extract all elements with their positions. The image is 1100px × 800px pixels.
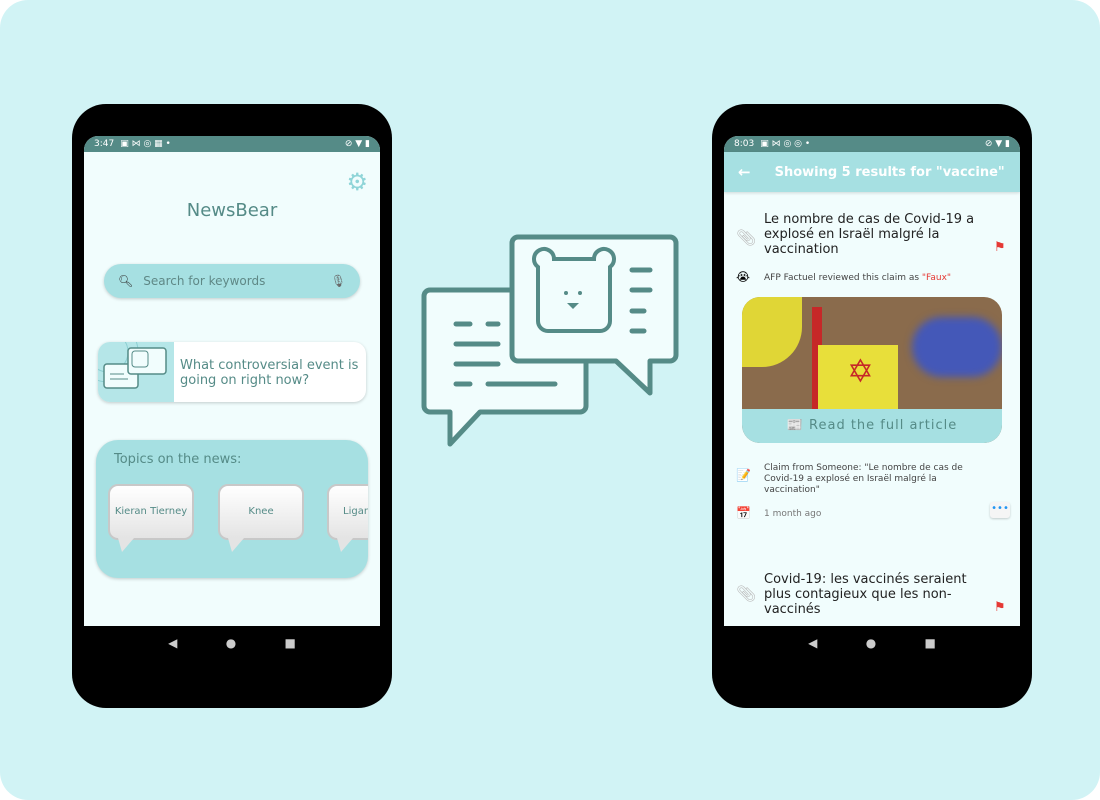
system-icons: ⊘ ▼ ▮ <box>984 139 1010 149</box>
topic-label: Ligament <box>343 506 368 517</box>
topic-chip[interactable]: Ligament <box>327 484 368 552</box>
results-header: Showing 5 results for "vaccine" <box>774 164 1005 180</box>
status-time: 3:47 <box>94 139 115 149</box>
memo-icon: 📝 <box>736 468 751 482</box>
rating-badge: "Faux" <box>921 273 952 283</box>
paperclip-icon: 📎︎ <box>736 584 757 603</box>
status-bar: 3:47 ▣ ⋈ ◎ ▦ • ⊘ ▼ ▮ <box>84 136 380 152</box>
comments-icon[interactable]: ••• <box>990 502 1010 518</box>
recents-nav-icon[interactable]: ■ <box>285 636 296 650</box>
controversial-event-card[interactable]: What controversial event is going on rig… <box>98 342 366 402</box>
crying-face-icon: 😭 <box>736 270 751 284</box>
flag-icon[interactable]: ⚑ <box>994 600 1006 615</box>
phone-results: 8:03 ▣ ⋈ ◎ ◎ • ⊘ ▼ ▮ ← Showing 5 results… <box>712 104 1032 708</box>
newsbear-logo <box>421 234 679 447</box>
home-nav-icon[interactable]: ● <box>226 636 236 650</box>
review-line: AFP Factuel reviewed this claim as "Faux… <box>764 273 951 284</box>
notification-icons: ▣ ⋈ ◎ ▦ • <box>120 139 171 149</box>
nav-bar: ◀ ● ■ <box>724 626 1020 660</box>
search-icon: 🔍︎ <box>118 274 134 288</box>
flag-icon[interactable]: ⚑ <box>994 240 1006 255</box>
topics-panel: Topics on the news: Kieran Tierney Knee … <box>96 440 368 578</box>
topics-heading: Topics on the news: <box>114 452 242 467</box>
claim-text: Claim from Someone: "Le nombre de cas de… <box>764 463 963 495</box>
back-nav-icon[interactable]: ◀ <box>808 636 817 650</box>
topic-label: Kieran Tierney <box>114 506 188 517</box>
topic-label: Knee <box>248 506 274 517</box>
microphone-icon[interactable]: 🎙︎ <box>331 274 346 288</box>
system-icons: ⊘ ▼ ▮ <box>344 139 370 149</box>
date-text: 1 month ago <box>764 509 822 519</box>
paperclip-icon: 📎︎ <box>736 228 757 247</box>
results-screen: 8:03 ▣ ⋈ ◎ ◎ • ⊘ ▼ ▮ ← Showing 5 results… <box>724 136 1020 626</box>
gear-icon[interactable]: ⚙ <box>346 168 368 196</box>
back-nav-icon[interactable]: ◀ <box>168 636 177 650</box>
bear-chat-illustration <box>98 342 174 402</box>
app-title: NewsBear <box>186 200 278 221</box>
status-time: 8:03 <box>734 139 755 149</box>
calendar-icon: 📅 <box>736 506 751 520</box>
recents-nav-icon[interactable]: ■ <box>925 636 936 650</box>
nav-bar: ◀ ● ■ <box>84 626 380 660</box>
result-title[interactable]: Covid-19: les vaccinés seraient plus con… <box>764 572 979 617</box>
back-arrow-icon[interactable]: ← <box>738 163 751 181</box>
phone-home: 3:47 ▣ ⋈ ◎ ▦ • ⊘ ▼ ▮ ⚙ NewsBear 🔍︎ Searc… <box>72 104 392 708</box>
topic-chip[interactable]: Knee <box>218 484 304 552</box>
status-bar: 8:03 ▣ ⋈ ◎ ◎ • ⊘ ▼ ▮ <box>724 136 1020 152</box>
results-app-bar: ← Showing 5 results for "vaccine" <box>724 152 1020 192</box>
prompt-text: What controversial event is going on rig… <box>180 358 359 388</box>
result-title[interactable]: Le nombre de cas de Covid-19 a explosé e… <box>764 212 979 257</box>
search-placeholder: Search for keywords <box>143 274 266 288</box>
read-article-button[interactable]: 📰 Read the full article <box>742 409 1002 443</box>
notification-icons: ▣ ⋈ ◎ ◎ • <box>760 139 811 149</box>
article-image[interactable]: ✡ 📰 Read the full article <box>742 297 1002 443</box>
topic-chip[interactable]: Kieran Tierney <box>108 484 194 552</box>
home-nav-icon[interactable]: ● <box>866 636 876 650</box>
search-input[interactable]: 🔍︎ Search for keywords 🎙︎ <box>104 264 360 298</box>
home-screen: 3:47 ▣ ⋈ ◎ ▦ • ⊘ ▼ ▮ ⚙ NewsBear 🔍︎ Searc… <box>84 136 380 626</box>
review-text: AFP Factuel reviewed this claim as <box>764 273 922 283</box>
